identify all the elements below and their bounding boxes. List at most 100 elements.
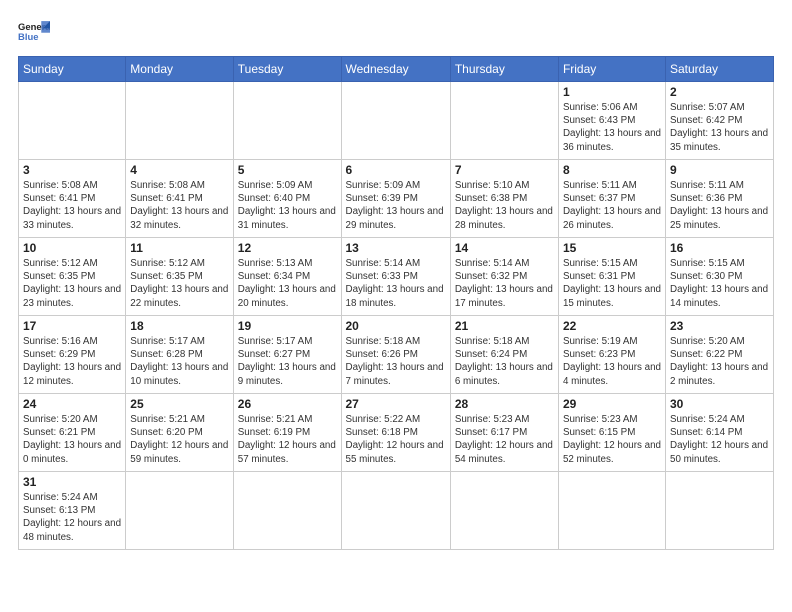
day-cell (341, 82, 450, 160)
day-cell: 19 Sunrise: 5:17 AM Sunset: 6:27 PM Dayli… (233, 316, 341, 394)
day-number: 16 (670, 241, 769, 255)
day-cell: 6Sunrise: 5:09 AM Sunset: 6:39 PM Daylig… (341, 160, 450, 238)
day-cell: 8 Sunrise: 5:11 AM Sunset: 6:37 PM Daylig… (558, 160, 665, 238)
day-number: 13 (346, 241, 446, 255)
day-number: 10 (23, 241, 121, 255)
day-number: 24 (23, 397, 121, 411)
day-info: Sunrise: 5:08 AM Sunset: 6:41 PM Dayligh… (23, 179, 121, 232)
day-info: Sunrise: 5:18 AM Sunset: 6:24 PM Dayligh… (455, 335, 554, 388)
day-cell (341, 472, 450, 550)
day-info: Sunrise: 5:11 AM Sunset: 6:36 PM Dayligh… (670, 179, 769, 232)
day-number: 17 (23, 319, 121, 333)
day-number: 30 (670, 397, 769, 411)
day-info: Sunrise: 5:12 AM Sunset: 6:35 PM Dayligh… (23, 257, 121, 310)
day-cell: 7Sunrise: 5:10 AM Sunset: 6:38 PM Daylig… (450, 160, 558, 238)
day-info: Sunrise: 5:06 AM Sunset: 6:43 PM Dayligh… (563, 101, 661, 154)
day-cell: 3 Sunrise: 5:08 AM Sunset: 6:41 PM Daylig… (19, 160, 126, 238)
day-cell (450, 82, 558, 160)
week-row-6: 31Sunrise: 5:24 AM Sunset: 6:13 PM Dayli… (19, 472, 774, 550)
day-info: Sunrise: 5:17 AM Sunset: 6:28 PM Dayligh… (130, 335, 228, 388)
day-cell: 4 Sunrise: 5:08 AM Sunset: 6:41 PM Daylig… (126, 160, 233, 238)
header: General Blue (18, 18, 774, 46)
day-cell (233, 82, 341, 160)
day-info: Sunrise: 5:15 AM Sunset: 6:30 PM Dayligh… (670, 257, 769, 310)
logo: General Blue (18, 18, 50, 46)
day-cell: 1 Sunrise: 5:06 AM Sunset: 6:43 PM Daylig… (558, 82, 665, 160)
day-info: Sunrise: 5:19 AM Sunset: 6:23 PM Dayligh… (563, 335, 661, 388)
day-cell: 5Sunrise: 5:09 AM Sunset: 6:40 PM Daylig… (233, 160, 341, 238)
calendar-table: SundayMondayTuesdayWednesdayThursdayFrid… (18, 56, 774, 550)
day-cell: 26Sunrise: 5:21 AM Sunset: 6:19 PM Dayli… (233, 394, 341, 472)
day-number: 29 (563, 397, 661, 411)
day-info: Sunrise: 5:11 AM Sunset: 6:37 PM Dayligh… (563, 179, 661, 232)
day-cell: 18Sunrise: 5:17 AM Sunset: 6:28 PM Dayli… (126, 316, 233, 394)
day-cell: 21Sunrise: 5:18 AM Sunset: 6:24 PM Dayli… (450, 316, 558, 394)
day-number: 9 (670, 163, 769, 177)
day-cell: 16 Sunrise: 5:15 AM Sunset: 6:30 PM Dayli… (666, 238, 774, 316)
day-info: Sunrise: 5:07 AM Sunset: 6:42 PM Dayligh… (670, 101, 769, 154)
day-cell: 15 Sunrise: 5:15 AM Sunset: 6:31 PM Dayli… (558, 238, 665, 316)
day-info: Sunrise: 5:12 AM Sunset: 6:35 PM Dayligh… (130, 257, 228, 310)
week-row-2: 3 Sunrise: 5:08 AM Sunset: 6:41 PM Daylig… (19, 160, 774, 238)
day-info: Sunrise: 5:18 AM Sunset: 6:26 PM Dayligh… (346, 335, 446, 388)
page: General Blue SundayMondayTuesdayWednesda… (0, 0, 792, 612)
week-row-5: 24 Sunrise: 5:20 AM Sunset: 6:21 PM Dayli… (19, 394, 774, 472)
day-number: 3 (23, 163, 121, 177)
day-cell: 25 Sunrise: 5:21 AM Sunset: 6:20 PM Dayli… (126, 394, 233, 472)
day-number: 12 (238, 241, 337, 255)
weekday-monday: Monday (126, 57, 233, 82)
day-info: Sunrise: 5:16 AM Sunset: 6:29 PM Dayligh… (23, 335, 121, 388)
day-cell: 28Sunrise: 5:23 AM Sunset: 6:17 PM Dayli… (450, 394, 558, 472)
weekday-sunday: Sunday (19, 57, 126, 82)
day-info: Sunrise: 5:17 AM Sunset: 6:27 PM Dayligh… (238, 335, 337, 388)
day-number: 25 (130, 397, 228, 411)
day-info: Sunrise: 5:14 AM Sunset: 6:32 PM Dayligh… (455, 257, 554, 310)
day-info: Sunrise: 5:15 AM Sunset: 6:31 PM Dayligh… (563, 257, 661, 310)
day-number: 11 (130, 241, 228, 255)
day-number: 28 (455, 397, 554, 411)
day-number: 4 (130, 163, 228, 177)
day-cell: 2Sunrise: 5:07 AM Sunset: 6:42 PM Daylig… (666, 82, 774, 160)
day-info: Sunrise: 5:14 AM Sunset: 6:33 PM Dayligh… (346, 257, 446, 310)
day-cell: 27Sunrise: 5:22 AM Sunset: 6:18 PM Dayli… (341, 394, 450, 472)
svg-text:Blue: Blue (18, 32, 38, 43)
day-number: 22 (563, 319, 661, 333)
day-cell: 13 Sunrise: 5:14 AM Sunset: 6:33 PM Dayli… (341, 238, 450, 316)
day-number: 1 (563, 85, 661, 99)
day-cell: 23Sunrise: 5:20 AM Sunset: 6:22 PM Dayli… (666, 316, 774, 394)
day-cell: 22 Sunrise: 5:19 AM Sunset: 6:23 PM Dayli… (558, 316, 665, 394)
day-info: Sunrise: 5:21 AM Sunset: 6:19 PM Dayligh… (238, 413, 337, 466)
day-cell (126, 472, 233, 550)
day-cell: 24 Sunrise: 5:20 AM Sunset: 6:21 PM Dayli… (19, 394, 126, 472)
day-number: 15 (563, 241, 661, 255)
week-row-4: 17 Sunrise: 5:16 AM Sunset: 6:29 PM Dayli… (19, 316, 774, 394)
day-number: 8 (563, 163, 661, 177)
day-number: 23 (670, 319, 769, 333)
day-info: Sunrise: 5:20 AM Sunset: 6:21 PM Dayligh… (23, 413, 121, 466)
day-cell: 14Sunrise: 5:14 AM Sunset: 6:32 PM Dayli… (450, 238, 558, 316)
day-number: 31 (23, 475, 121, 489)
generalblue-logo-icon: General Blue (18, 18, 50, 46)
day-number: 5 (238, 163, 337, 177)
day-number: 27 (346, 397, 446, 411)
day-info: Sunrise: 5:23 AM Sunset: 6:15 PM Dayligh… (563, 413, 661, 466)
week-row-1: 1 Sunrise: 5:06 AM Sunset: 6:43 PM Daylig… (19, 82, 774, 160)
week-row-3: 10 Sunrise: 5:12 AM Sunset: 6:35 PM Dayli… (19, 238, 774, 316)
day-cell (450, 472, 558, 550)
weekday-saturday: Saturday (666, 57, 774, 82)
day-cell: 31Sunrise: 5:24 AM Sunset: 6:13 PM Dayli… (19, 472, 126, 550)
day-cell (666, 472, 774, 550)
day-info: Sunrise: 5:09 AM Sunset: 6:39 PM Dayligh… (346, 179, 446, 232)
day-cell: 17 Sunrise: 5:16 AM Sunset: 6:29 PM Dayli… (19, 316, 126, 394)
weekday-friday: Friday (558, 57, 665, 82)
day-cell (126, 82, 233, 160)
day-info: Sunrise: 5:08 AM Sunset: 6:41 PM Dayligh… (130, 179, 228, 232)
day-info: Sunrise: 5:13 AM Sunset: 6:34 PM Dayligh… (238, 257, 337, 310)
day-info: Sunrise: 5:21 AM Sunset: 6:20 PM Dayligh… (130, 413, 228, 466)
weekday-thursday: Thursday (450, 57, 558, 82)
day-cell: 29 Sunrise: 5:23 AM Sunset: 6:15 PM Dayli… (558, 394, 665, 472)
day-number: 19 (238, 319, 337, 333)
day-info: Sunrise: 5:10 AM Sunset: 6:38 PM Dayligh… (455, 179, 554, 232)
day-cell (558, 472, 665, 550)
day-cell (19, 82, 126, 160)
